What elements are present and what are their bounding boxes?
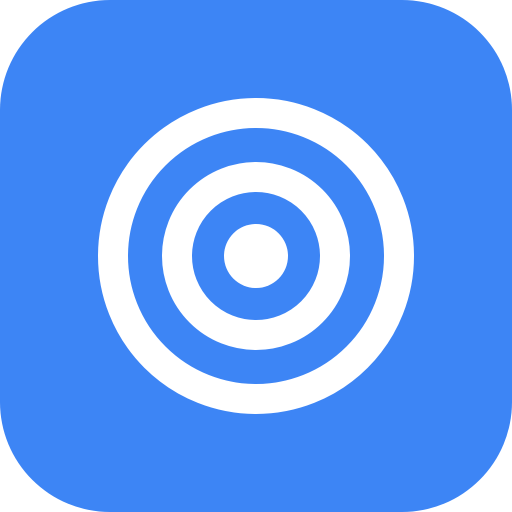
target-icon [0,0,512,512]
bullseye-dot [224,224,288,288]
app-icon [0,0,512,512]
